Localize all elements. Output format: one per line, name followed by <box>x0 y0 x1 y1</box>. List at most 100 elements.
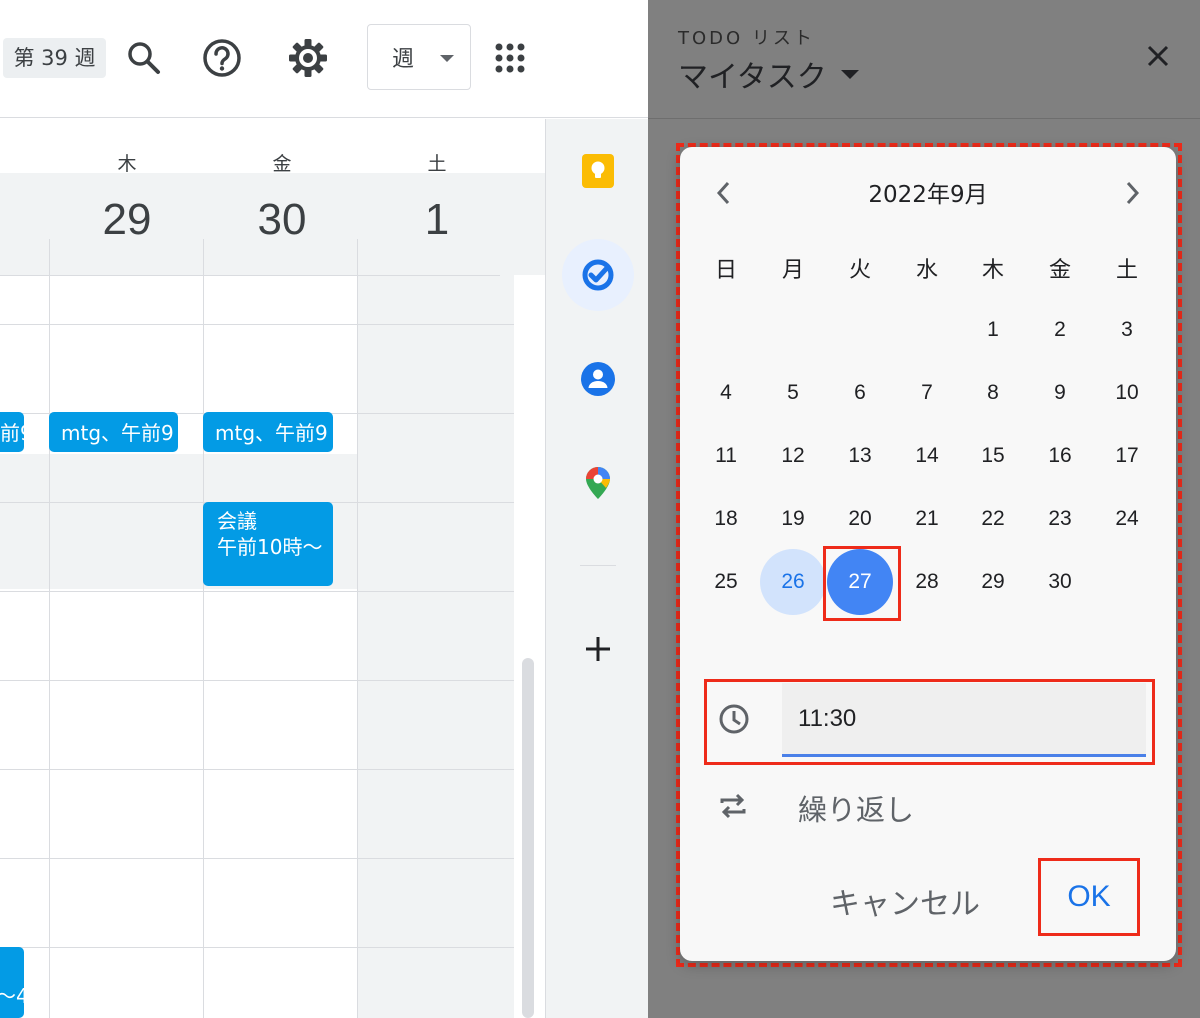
ok-button[interactable]: OK <box>1038 858 1140 936</box>
event-title: 〜4 <box>0 984 24 1008</box>
clock-icon <box>718 703 750 740</box>
side-panel-divider <box>580 565 616 566</box>
close-icon[interactable] <box>1138 36 1178 76</box>
day-cell[interactable]: 13 <box>827 423 893 489</box>
day-cell[interactable]: 18 <box>693 486 759 552</box>
saturday-shade <box>358 275 514 1018</box>
day-cell[interactable]: 29 <box>960 549 1026 615</box>
day-cell-today[interactable]: 26 <box>760 549 826 615</box>
time-input[interactable]: 11:30 <box>782 683 1146 757</box>
date-picker-dialog: 2022年9月 日月火水木金土 1 2 3 4 5 6 7 8 9 10 11 12 13 14 15 16 1… <box>680 147 1176 961</box>
day-number-fri[interactable]: 30 <box>205 195 359 245</box>
week-number-badge: 第 39 週 <box>3 38 106 78</box>
weekday-label: 月 <box>781 258 804 283</box>
event-title: mtg、午前9 <box>215 421 328 445</box>
dow-fri: 金 <box>272 153 292 175</box>
tasks-icon[interactable] <box>562 239 634 311</box>
day-cell[interactable]: 17 <box>1094 423 1160 489</box>
tasks-panel-divider <box>648 118 1200 119</box>
day-cell[interactable]: 7 <box>894 360 960 426</box>
grid-line <box>0 275 500 276</box>
cancel-button[interactable]: キャンセル <box>830 879 980 923</box>
grid-line <box>203 239 204 1018</box>
day-cell[interactable]: 28 <box>894 549 960 615</box>
task-list-selector[interactable]: マイタスク <box>678 52 859 96</box>
grid-line <box>49 239 50 1018</box>
weekday-label: 水 <box>915 258 938 283</box>
help-icon[interactable] <box>198 34 246 82</box>
event-title: 会議 <box>217 509 257 533</box>
event-chip[interactable]: 〜4 <box>0 947 24 1018</box>
day-cell[interactable]: 2 <box>1027 297 1093 363</box>
day-cell[interactable]: 16 <box>1027 423 1093 489</box>
weekday-label: 火 <box>848 258 871 283</box>
maps-icon[interactable] <box>562 447 634 519</box>
month-title: 2022年9月 <box>868 182 988 208</box>
weekday-label: 金 <box>1048 258 1071 283</box>
contacts-icon[interactable] <box>562 343 634 415</box>
grid-line <box>0 591 514 592</box>
chevron-down-icon <box>440 55 454 62</box>
settings-icon[interactable] <box>284 34 332 82</box>
event-title: 前9 <box>0 421 24 445</box>
grid-scrollbar[interactable] <box>522 658 534 1018</box>
dow-thu: 木 <box>117 153 137 175</box>
repeat-option[interactable]: 繰り返し <box>704 777 1152 837</box>
view-select-label: 週 <box>392 47 415 72</box>
grid-line <box>0 324 514 325</box>
event-chip[interactable]: mtg、午前9 <box>203 412 333 452</box>
day-cell[interactable]: 9 <box>1027 360 1093 426</box>
event-title: mtg、午前9 <box>61 421 174 445</box>
calendar-toolbar: 第 39 週 週 <box>0 0 648 118</box>
day-cell[interactable]: 3 <box>1094 297 1160 363</box>
chevron-right-icon <box>1126 181 1140 205</box>
task-list-name: マイタスク <box>678 60 827 95</box>
day-cell[interactable]: 22 <box>960 486 1026 552</box>
day-cell[interactable]: 24 <box>1094 486 1160 552</box>
day-cell[interactable]: 6 <box>827 360 893 426</box>
apps-grid-icon[interactable] <box>486 34 534 82</box>
day-cell[interactable]: 20 <box>827 486 893 552</box>
day-cell[interactable]: 4 <box>693 360 759 426</box>
day-cell[interactable]: 25 <box>693 549 759 615</box>
event-time: 午前10時〜 <box>217 535 323 559</box>
day-cell[interactable]: 5 <box>760 360 826 426</box>
day-cell[interactable]: 11 <box>693 423 759 489</box>
day-cell[interactable]: 19 <box>760 486 826 552</box>
weekday-label: 土 <box>1115 258 1138 283</box>
day-cell[interactable]: 1 <box>960 297 1026 363</box>
side-panel <box>545 119 648 1018</box>
grid-line <box>0 947 514 948</box>
grid-line <box>0 680 514 681</box>
day-number-sat[interactable]: 1 <box>360 195 514 245</box>
tasks-panel-header: TODO リスト <box>678 28 815 49</box>
event-chip[interactable]: mtg、午前9 <box>49 412 178 452</box>
weekday-label: 木 <box>981 258 1004 283</box>
time-row: 11:30 <box>704 679 1152 765</box>
keep-icon[interactable] <box>562 135 634 207</box>
grid-line <box>357 239 358 1018</box>
repeat-icon <box>718 791 748 826</box>
selected-date-highlight <box>823 546 901 621</box>
event-chip[interactable]: 前9 <box>0 412 24 452</box>
dow-sat: 土 <box>427 153 447 175</box>
day-cell[interactable]: 15 <box>960 423 1026 489</box>
repeat-label: 繰り返し <box>798 793 915 827</box>
day-cell[interactable]: 8 <box>960 360 1026 426</box>
event-chip[interactable]: 会議 午前10時〜 <box>203 502 333 586</box>
search-icon[interactable] <box>120 34 168 82</box>
calendar-app: 第 39 週 週 木 金 土 29 30 1 前 mtg、午前9 mtg、午前9… <box>0 0 648 1018</box>
chevron-down-icon <box>840 69 859 79</box>
day-cell[interactable]: 21 <box>894 486 960 552</box>
day-cell[interactable]: 23 <box>1027 486 1093 552</box>
weekday-label: 日 <box>714 258 737 283</box>
week-grid: 木 金 土 29 30 1 前9 mtg、午前9 mtg、午前9 会議 午前10… <box>0 119 545 1018</box>
add-icon[interactable] <box>562 613 634 685</box>
next-month-button[interactable] <box>1110 171 1154 215</box>
day-number-thu[interactable]: 29 <box>50 195 204 245</box>
view-select[interactable]: 週 <box>367 24 471 90</box>
day-cell[interactable]: 12 <box>760 423 826 489</box>
day-cell[interactable]: 14 <box>894 423 960 489</box>
day-cell[interactable]: 10 <box>1094 360 1160 426</box>
day-cell[interactable]: 30 <box>1027 549 1093 615</box>
